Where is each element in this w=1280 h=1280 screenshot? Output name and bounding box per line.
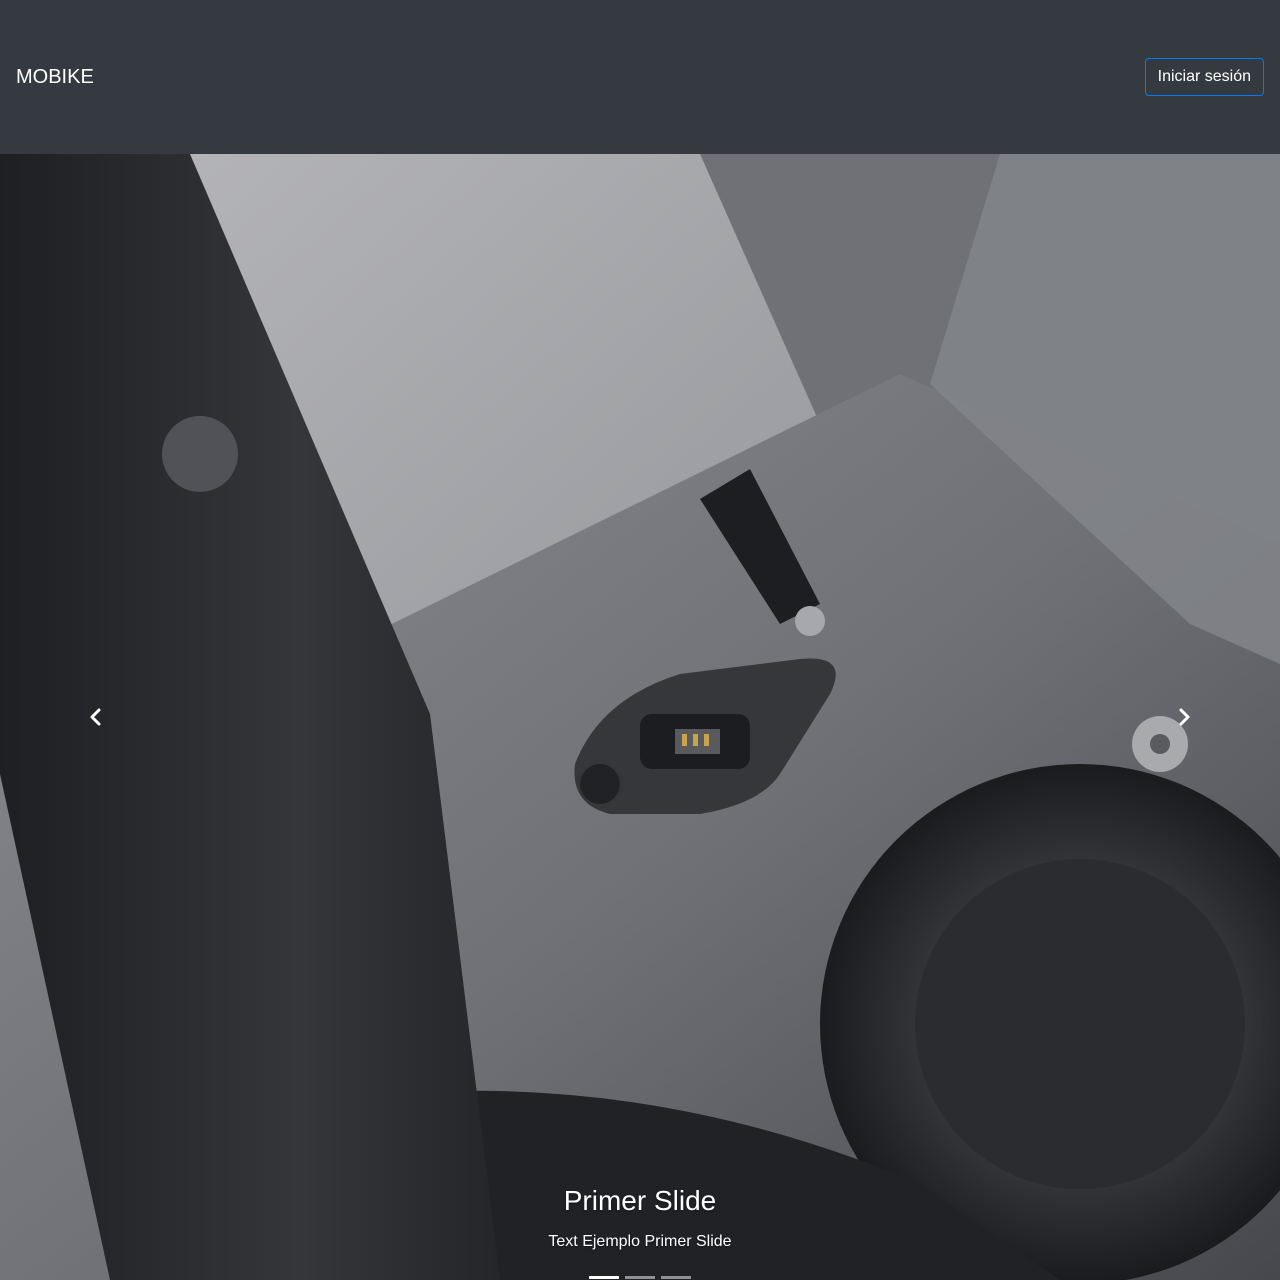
login-button[interactable]: Iniciar sesión [1144,58,1264,96]
hero-carousel: Primer Slide Text Ejemplo Primer Slide [0,154,1280,1280]
slide-text: Text Ejemplo Primer Slide [548,1233,732,1250]
carousel-indicator[interactable] [589,1276,619,1279]
carousel-prev-control[interactable] [0,154,192,1280]
carousel-indicator[interactable] [661,1276,691,1279]
navbar: MOBIKE Iniciar sesión [0,0,1280,154]
carousel-next-control[interactable] [1088,154,1280,1280]
slide-caption: Primer Slide Text Ejemplo Primer Slide [192,1184,1088,1252]
carousel-indicator[interactable] [625,1276,655,1279]
chevron-left-icon [90,708,101,726]
carousel-indicators [0,1276,1280,1279]
slide-title: Primer Slide [563,1185,717,1216]
chevron-right-icon [1179,708,1190,726]
brand-link[interactable]: MOBIKE [16,64,94,90]
